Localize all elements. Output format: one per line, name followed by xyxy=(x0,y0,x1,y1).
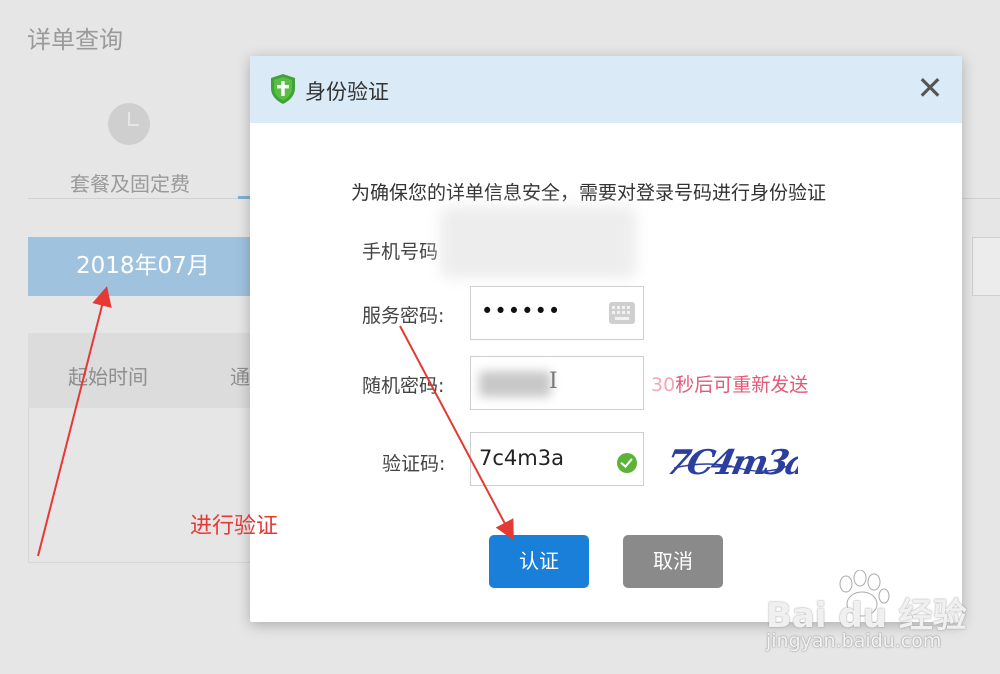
watermark-url: jingyan.baidu.com xyxy=(766,630,942,652)
close-icon[interactable]: ✕ xyxy=(914,72,946,104)
captcha-field[interactable] xyxy=(470,432,644,486)
check-circle-icon xyxy=(617,453,637,473)
service-password-label: 服务密码: xyxy=(362,305,445,327)
active-tab-indicator xyxy=(238,196,250,199)
security-notice: 为确保您的详单信息安全，需要对登录号码进行身份验证 xyxy=(351,182,827,204)
captcha-input[interactable] xyxy=(479,446,599,470)
tab-divider xyxy=(28,198,250,199)
table-header-start-time: 起始时间 xyxy=(68,365,148,389)
clock-icon xyxy=(108,103,150,145)
month-next[interactable] xyxy=(972,237,1000,296)
tab-package-fees[interactable]: 套餐及固定费 xyxy=(70,168,190,197)
confirm-button[interactable]: 认证 xyxy=(489,535,589,588)
identity-verification-dialog: 身份验证 ✕ 为确保您的详单信息安全，需要对登录号码进行身份验证 手机号码 服务… xyxy=(250,56,962,622)
annotation-label: 进行验证 xyxy=(190,514,279,539)
keyboard-icon[interactable] xyxy=(609,302,635,324)
resend-countdown[interactable]: 30秒后可重新发送 xyxy=(651,370,808,397)
month-selector[interactable]: 2018年07月 xyxy=(28,237,250,296)
cancel-button[interactable]: 取消 xyxy=(623,535,723,588)
service-password-field[interactable]: •••••• xyxy=(470,286,644,340)
text-cursor-icon: I xyxy=(549,369,558,394)
resend-text: 秒后可重新发送 xyxy=(675,374,809,396)
random-password-redacted xyxy=(479,371,551,397)
captcha-image[interactable]: 7C4m3a xyxy=(668,438,798,486)
dialog-header: 身份验证 ✕ xyxy=(250,56,962,123)
page-title: 详单查询 xyxy=(27,26,123,54)
phone-number-label: 手机号码 xyxy=(362,241,439,263)
random-password-field[interactable]: I xyxy=(470,356,644,410)
captcha-image-text: 7C4m3a xyxy=(668,443,798,483)
countdown-seconds: 30 xyxy=(651,374,676,396)
random-password-label: 随机密码: xyxy=(362,375,445,397)
captcha-label: 验证码: xyxy=(382,453,446,475)
phone-number-redacted xyxy=(440,206,636,278)
baidu-jingyan-watermark: Bai du 经验 jingyan.baidu.com xyxy=(766,566,998,670)
password-mask: •••••• xyxy=(481,299,562,323)
tab-divider-right xyxy=(962,198,1000,199)
table-header-type: 通 xyxy=(230,365,250,389)
dialog-title: 身份验证 xyxy=(305,80,389,104)
shield-icon xyxy=(271,74,295,104)
